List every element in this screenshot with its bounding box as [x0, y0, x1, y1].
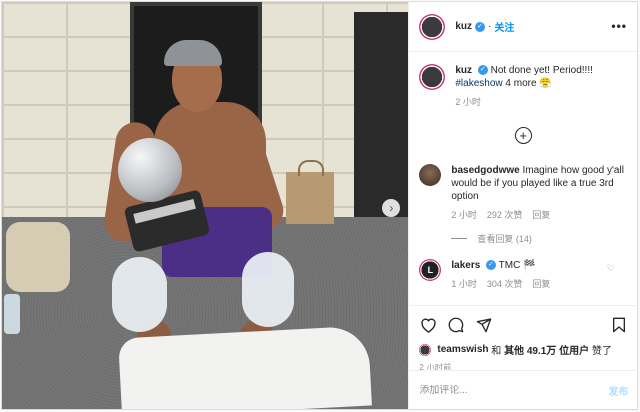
comment-likes[interactable]: 304 次赞: [487, 278, 523, 291]
reply-button[interactable]: 回复: [532, 209, 550, 222]
avatar[interactable]: [419, 164, 442, 186]
verified-icon: ✓: [477, 65, 488, 76]
publish-button[interactable]: 发布: [608, 383, 628, 398]
verified-icon: ✓: [475, 21, 486, 32]
reply-button[interactable]: 回复: [532, 278, 550, 291]
header-username[interactable]: kuz: [455, 21, 472, 32]
comment-item: lakers ✓ TMC 🏁 1 小时 304 次赞 回复 ♡: [419, 259, 627, 291]
action-bar: teamswish 和 其他 49.1万 位用户 赞了 2 小时前: [409, 305, 639, 373]
avatar[interactable]: [419, 343, 432, 356]
more-icon[interactable]: •••: [611, 19, 627, 33]
comment-time[interactable]: 2 小时: [451, 209, 477, 222]
comment-likes[interactable]: 292 次赞: [487, 209, 523, 222]
comment-icon[interactable]: [447, 316, 465, 334]
likes-user[interactable]: teamswish: [437, 344, 488, 355]
avatar[interactable]: [419, 64, 446, 90]
comment-item: basedgodwwe Imagine how good y'all would…: [419, 164, 627, 222]
caption-username[interactable]: kuz: [455, 65, 472, 76]
avatar[interactable]: [419, 13, 446, 40]
post-dialog: › kuz ✓ · 关注 ••• kuz ✓ Not done yet! Per…: [1, 1, 639, 410]
heart-icon[interactable]: ♡: [607, 166, 615, 177]
likes-others[interactable]: 其他 49.1万 位用户: [504, 342, 589, 357]
post-photo[interactable]: ›: [2, 2, 409, 409]
follow-button[interactable]: 关注: [494, 19, 514, 34]
heart-icon[interactable]: ♡: [607, 263, 615, 274]
post-header: kuz ✓ · 关注 •••: [409, 2, 637, 52]
post-sidebar: kuz ✓ · 关注 ••• kuz ✓ Not done yet! Perio…: [408, 2, 639, 409]
caption-more: 4 more: [505, 78, 537, 89]
comment-time[interactable]: 1 小时: [451, 278, 477, 291]
caption-time[interactable]: 2 小时: [455, 96, 481, 109]
load-more-icon[interactable]: +: [514, 127, 532, 144]
avatar[interactable]: [419, 259, 442, 281]
view-replies-link[interactable]: 查看回复 (14): [451, 232, 627, 245]
comment-composer: 发布: [409, 370, 639, 409]
comments-list: kuz ✓ Not done yet! Period!!!! #lakeshow…: [409, 52, 637, 304]
hashtag-link[interactable]: #lakeshow: [455, 78, 502, 89]
comment-username[interactable]: basedgodwwe: [451, 165, 519, 176]
caption-text: Not done yet! Period!!!!: [490, 65, 593, 76]
comment-text: TMC 🏁: [498, 260, 536, 271]
likes-suffix: 赞了: [591, 346, 612, 357]
bookmark-icon[interactable]: [610, 316, 628, 334]
likes-summary: teamswish 和 其他 49.1万 位用户 赞了: [419, 342, 628, 357]
comment-username[interactable]: lakers: [451, 260, 480, 271]
heart-icon[interactable]: [419, 316, 437, 334]
caption-emoji: 😤: [539, 78, 552, 89]
trophy: [118, 138, 182, 202]
likes-connector: 和: [491, 346, 502, 357]
caption: kuz ✓ Not done yet! Period!!!! #lakeshow…: [419, 64, 627, 109]
comment-input[interactable]: [419, 384, 609, 396]
verified-icon: ✓: [486, 260, 497, 271]
share-icon[interactable]: [475, 316, 493, 334]
